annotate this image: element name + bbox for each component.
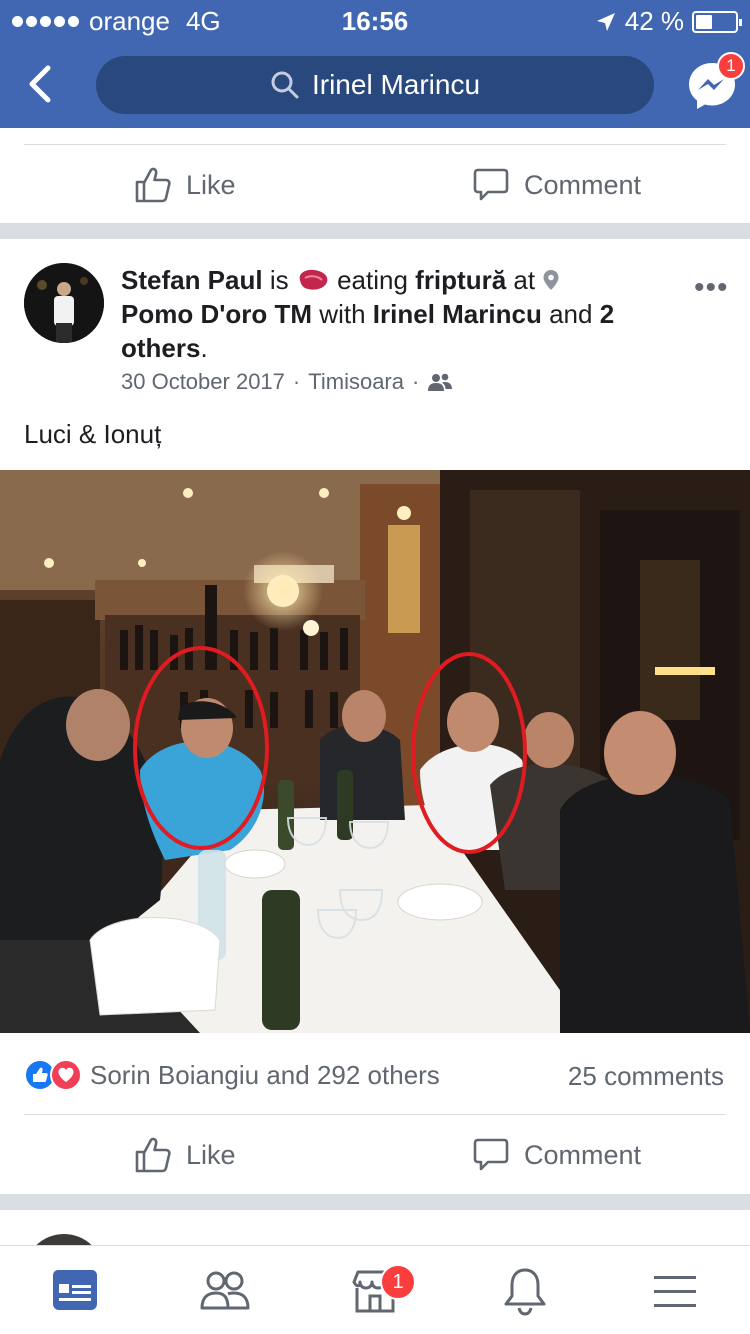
steak-icon [299, 269, 328, 290]
reactions-text: Sorin Boiangiu and 292 others [90, 1059, 440, 1090]
activity-verb: eating [337, 265, 408, 295]
meta-separator: · [412, 369, 420, 394]
post-location: Timisoara [308, 369, 404, 394]
location-arrow-icon [596, 12, 615, 31]
thumbs-up-icon [135, 1137, 171, 1173]
love-reaction-icon [50, 1059, 82, 1091]
comment-label: Comment [524, 169, 642, 200]
marketplace-badge: 1 [380, 1264, 416, 1300]
post-date[interactable]: 30 October 2017 [121, 369, 285, 395]
more-options-icon[interactable]: ••• [694, 271, 729, 305]
comment-button[interactable]: Comment [472, 1136, 641, 1174]
post-meta: 30 October 2017 · Timisoara · [121, 369, 453, 395]
search-icon [271, 71, 299, 99]
divider [24, 144, 726, 145]
friends-icon[interactable] [198, 1264, 252, 1318]
like-label: Like [186, 169, 236, 200]
comment-button[interactable]: Comment [472, 166, 641, 204]
like-label: Like [186, 1139, 236, 1170]
like-button[interactable]: Like [134, 166, 236, 204]
restaurant-photo [0, 470, 750, 1033]
previous-post-card: Like Comment [0, 128, 750, 223]
tagged-person[interactable]: Irinel Marincu [373, 299, 542, 329]
top-bar: orange 4G 16:56 42 % Irinel Marincu 1 [0, 0, 750, 128]
reactions-summary[interactable]: Sorin Boiangiu and 292 others [24, 1059, 440, 1091]
headline-text: is [269, 265, 289, 295]
author-name[interactable]: Stefan Paul [121, 265, 263, 295]
headline-text: and [549, 299, 593, 329]
battery-percentage: 42 % [624, 6, 684, 36]
headline-text: at [513, 265, 536, 295]
menu-hamburger-icon[interactable] [648, 1264, 702, 1318]
back-arrow-icon[interactable] [22, 62, 62, 106]
avatar[interactable] [24, 263, 104, 343]
search-bar[interactable]: Irinel Marincu [96, 56, 654, 114]
friends-audience-icon [428, 373, 453, 391]
location-pin-icon [543, 270, 559, 290]
thumbs-up-icon [135, 167, 171, 203]
meta-separator: · [292, 369, 301, 394]
battery-icon [692, 10, 742, 33]
comment-icon [473, 1138, 509, 1171]
post-card: Stefan Paul is eating friptură at Pomo D… [0, 239, 750, 1194]
comment-label: Comment [524, 1139, 642, 1170]
headline-text: with [319, 299, 366, 329]
comments-count[interactable]: 25 comments [568, 1061, 724, 1092]
post-headline: Stefan Paul is eating friptură at Pomo D… [121, 263, 681, 365]
status-bar: orange 4G 16:56 42 % [0, 0, 750, 40]
news-feed-icon[interactable] [48, 1264, 102, 1318]
post-photo[interactable] [0, 470, 750, 1033]
bottom-tab-bar: 1 [0, 1245, 750, 1334]
post-caption: Luci & Ionuț [24, 419, 162, 449]
notifications-bell-icon[interactable] [498, 1264, 552, 1318]
headline-text: . [200, 333, 208, 363]
activity-object: friptură [415, 265, 507, 295]
avatar-photo [24, 263, 104, 343]
facebook-app-screen: orange 4G 16:56 42 % Irinel Marincu 1 Li… [0, 0, 750, 1334]
like-button[interactable]: Like [134, 1136, 236, 1174]
divider [24, 1114, 726, 1115]
comment-icon [473, 168, 509, 201]
search-query-text: Irinel Marincu [311, 69, 481, 100]
place-name[interactable]: Pomo D'oro TM [121, 299, 312, 329]
messenger-badge: 1 [717, 52, 745, 80]
